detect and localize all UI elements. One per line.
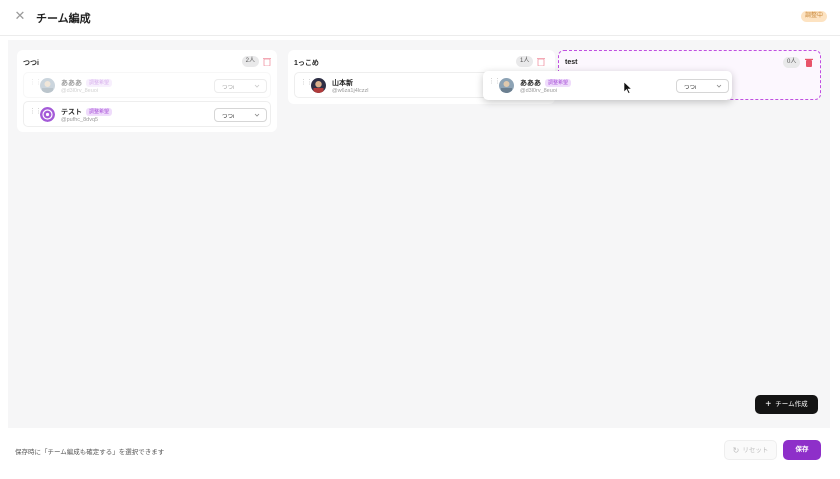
dragging-member-card[interactable]: ⋮⋮ あああ 調整希望 @d3l0rv_8euoi つつi <box>483 71 732 100</box>
reset-button[interactable]: ↻ リセット <box>724 440 777 460</box>
member-name: 山本新 <box>332 80 353 87</box>
adjust-badge: 調整希望 <box>545 79 572 87</box>
avatar <box>499 78 514 93</box>
chevron-down-icon <box>716 84 722 88</box>
trash-icon[interactable] <box>805 58 813 67</box>
chevron-down-icon <box>254 84 260 88</box>
save-button[interactable]: 保存 <box>783 440 821 460</box>
member-count-badge: 2人 <box>241 56 259 67</box>
drag-handle-icon[interactable]: ⋮⋮ <box>29 79 42 90</box>
trash-icon[interactable] <box>263 57 271 66</box>
trash-icon[interactable] <box>537 57 545 66</box>
mouse-cursor-icon <box>624 82 632 94</box>
avatar <box>40 107 55 122</box>
adjust-badge: 調整希望 <box>86 79 113 87</box>
plus-icon: + <box>765 399 772 410</box>
avatar <box>40 78 55 93</box>
member-handle: @w6za1j4lczzl <box>332 88 369 94</box>
status-badge: 調整中 <box>801 11 828 22</box>
create-team-button[interactable]: + チーム作成 <box>755 395 818 414</box>
avatar <box>311 78 326 93</box>
member-row[interactable]: ⋮⋮ テスト 調整希望 @pufhc_8dvq5 つつi <box>23 101 271 127</box>
refresh-icon: ↻ <box>732 446 740 455</box>
role-select[interactable]: つつi <box>214 79 267 93</box>
drag-handle-icon[interactable]: ⋮⋮ <box>29 108 42 119</box>
member-handle: @d3l0rv_8euoi <box>61 88 99 94</box>
member-name: テスト 調整希望 <box>61 107 113 117</box>
team-column-header: test 0人 <box>565 57 814 71</box>
page-title: チーム編成 <box>36 13 91 25</box>
team-name: つつi <box>23 60 39 67</box>
member-name: あああ 調整希望 <box>520 78 572 88</box>
adjust-badge: 調整希望 <box>86 108 113 116</box>
team-column: つつi 2人 ⋮⋮ あああ調整希望 @d3l0rv_8euoi つつi ⋮⋮ <box>17 50 277 132</box>
member-count-badge: 0人 <box>783 57 801 68</box>
modal-header: ✕ チーム編成 調整中 <box>0 0 840 36</box>
drag-handle-icon[interactable]: ⋮⋮ <box>300 79 313 90</box>
team-column-header: 1っこめ 1人 <box>294 56 549 70</box>
team-name: 1っこめ <box>294 60 319 67</box>
role-select[interactable]: つつi <box>214 108 267 122</box>
close-icon[interactable]: ✕ <box>14 9 26 22</box>
member-handle: @pufhc_8dvq5 <box>61 117 99 123</box>
member-row[interactable]: ⋮⋮ あああ 調整希望 @d3l0rv_8euoi つつi <box>23 72 271 98</box>
role-select[interactable]: つつi <box>676 79 729 93</box>
drag-handle-icon[interactable]: ⋮⋮ <box>488 78 501 89</box>
team-name: test <box>565 59 578 66</box>
member-name: あああ 調整希望 <box>61 78 113 88</box>
member-handle: @d3l0rv_8euoi <box>520 88 558 94</box>
team-column-header: つつi 2人 <box>23 56 271 70</box>
footer-note: 保存時に「チーム編成も確定する」を選択できます <box>15 449 165 456</box>
member-count-badge: 1人 <box>516 56 534 67</box>
chevron-down-icon <box>254 113 260 117</box>
